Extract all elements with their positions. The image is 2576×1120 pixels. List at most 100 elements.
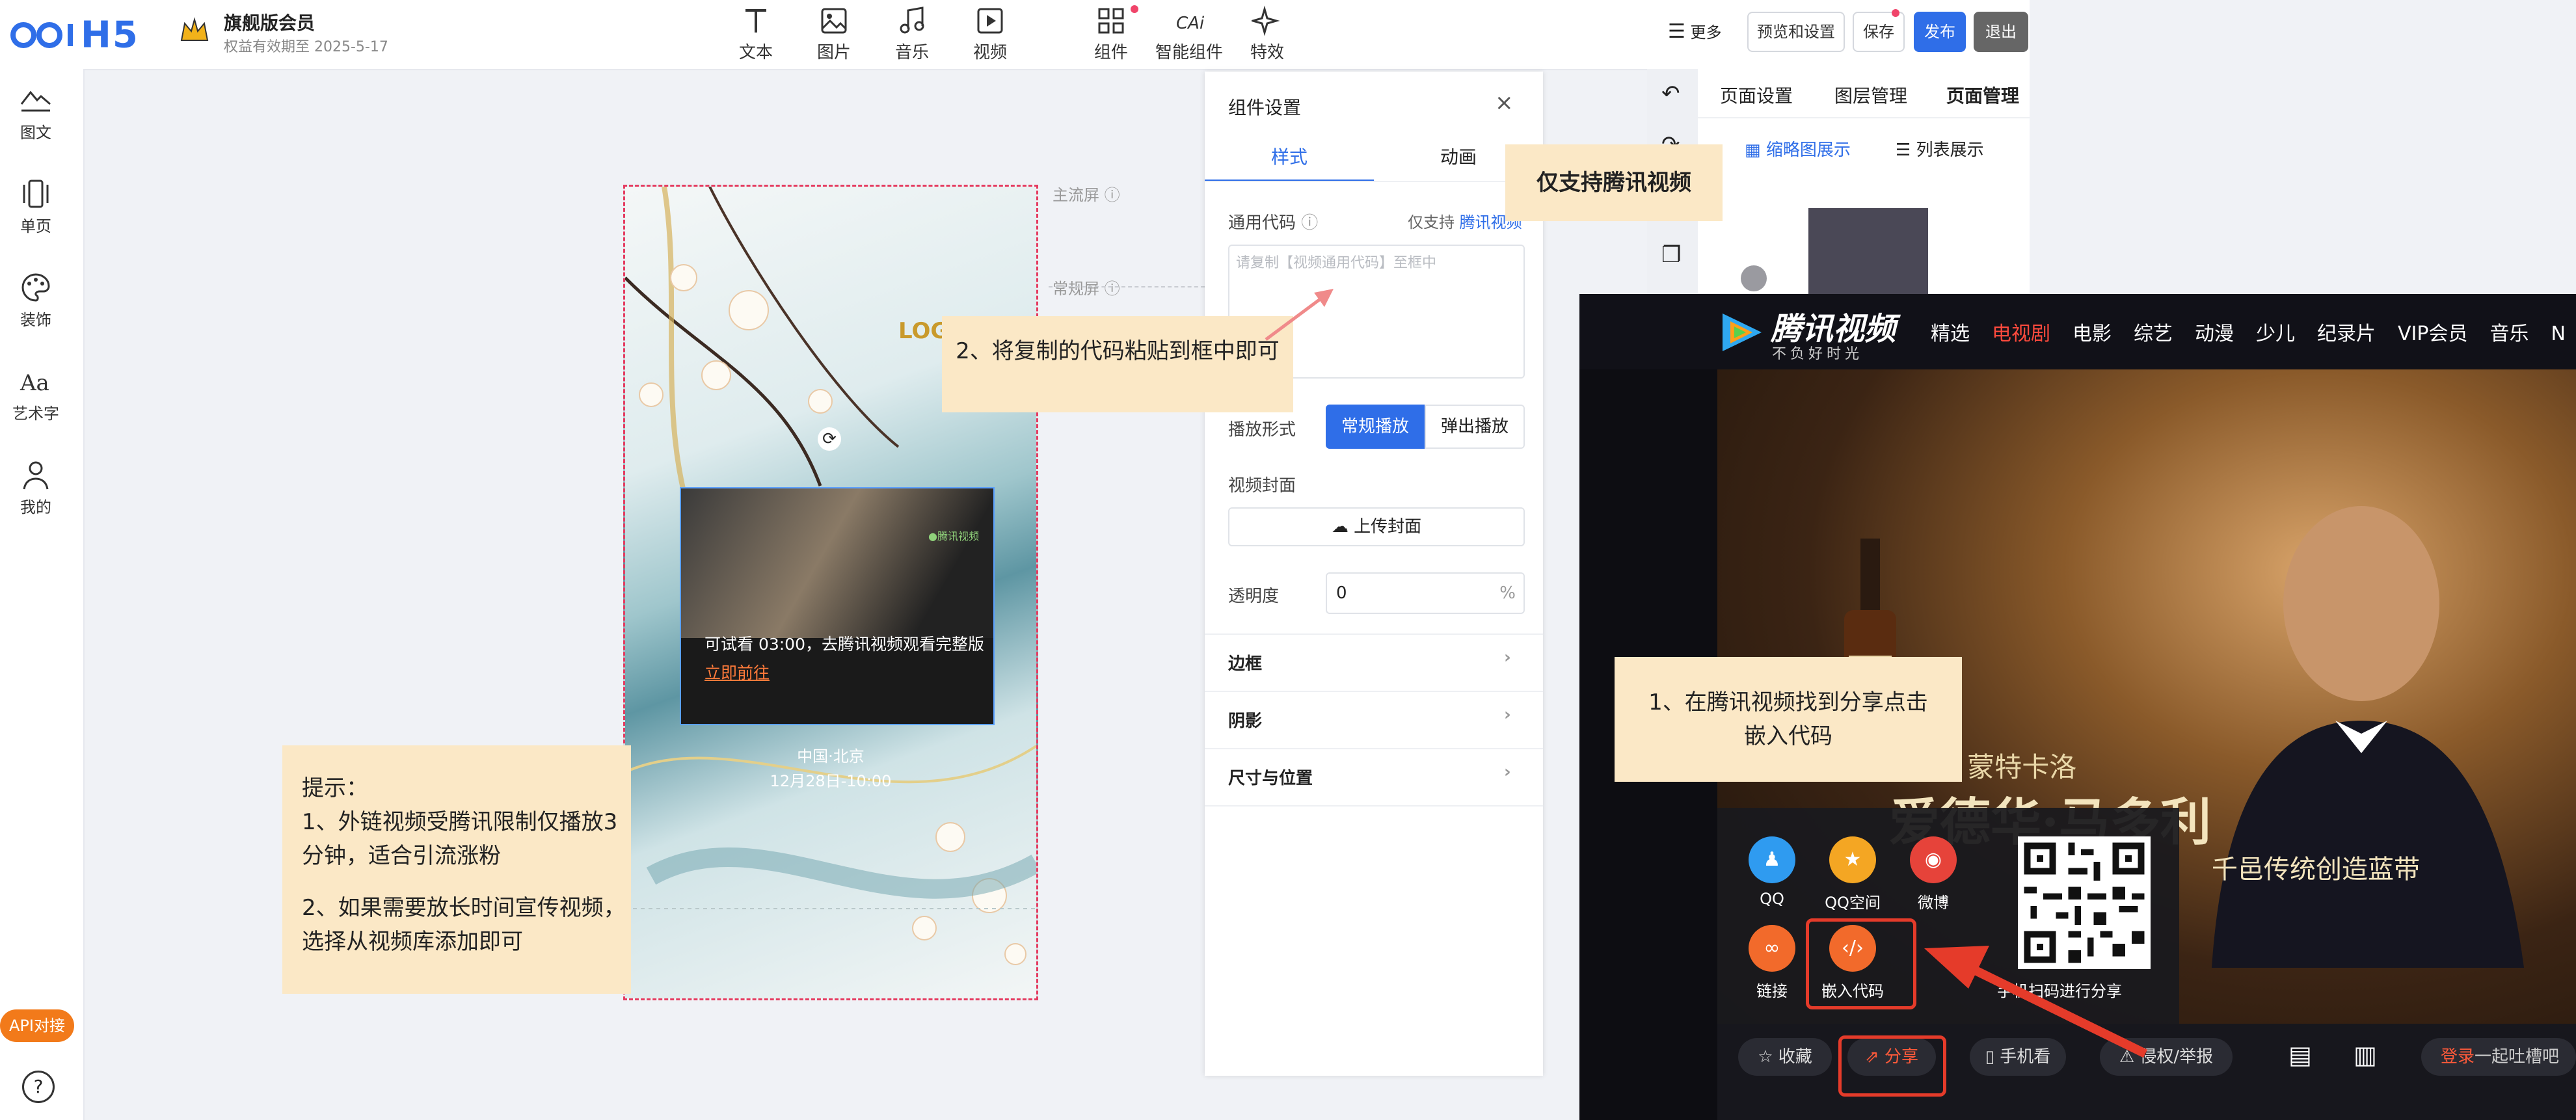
sidebar-item-art-text[interactable]: Aa 艺术字 [0, 366, 72, 423]
sidebar-item-single-page[interactable]: 单页 [0, 178, 72, 236]
tab-page-management[interactable]: 页面管理 [1946, 82, 2019, 108]
nav-item[interactable]: 动漫 [2195, 323, 2234, 345]
page-indicator [1741, 265, 1767, 291]
sidebar-item-decoration[interactable]: 装饰 [0, 272, 72, 330]
help-icon[interactable]: ? [22, 1071, 55, 1103]
cover-label: 视频封面 [1228, 476, 1296, 496]
tab-style[interactable]: 样式 [1205, 143, 1374, 169]
code-label: 通用代码 ⓘ [1228, 213, 1319, 233]
border-section[interactable]: 边框 › [1205, 633, 1543, 691]
nav-item[interactable]: 少儿 [2256, 323, 2295, 345]
share-label: 链接 [1756, 982, 1788, 1000]
share-label: QQ [1760, 890, 1784, 908]
favorite-button[interactable]: ☆ 收藏 [1738, 1038, 1832, 1076]
nav-item[interactable]: 电视剧 [1992, 323, 2050, 345]
location-text: 中国·北京 [797, 747, 865, 766]
weibo-icon[interactable]: ◉ [1910, 836, 1957, 883]
text-icon [745, 9, 766, 33]
tool-component[interactable]: 组件 [1072, 5, 1150, 63]
tool-ai-component[interactable]: CAi 智能组件 [1150, 5, 1228, 63]
shadow-section[interactable]: 阴影 › [1205, 691, 1543, 748]
tencent-video-logo-icon [1723, 313, 1762, 351]
link-icon[interactable]: ∞ [1749, 925, 1795, 972]
nav-item[interactable]: 纪录片 [2317, 323, 2376, 345]
left-sidebar: 图文 单页 装饰 Aa 艺术字 我的 API对接 ? [0, 69, 85, 1120]
chevron-right-icon: › [1504, 705, 1511, 725]
chevron-right-icon: › [1504, 762, 1511, 782]
copy-icon[interactable]: ❐ [1661, 242, 1681, 268]
percent-unit: % [1499, 583, 1516, 603]
page-thumbnail[interactable] [1808, 208, 1928, 299]
tab-divider [1698, 117, 2030, 118]
graphic-icon [20, 90, 51, 112]
rotate-handle-icon[interactable]: ⟳ [818, 427, 841, 451]
size-position-section[interactable]: 尺寸与位置 › [1205, 748, 1543, 807]
publish-button[interactable]: 发布 [1914, 12, 1966, 52]
qzone-icon[interactable]: ★ [1829, 836, 1876, 883]
tab-layer-management[interactable]: 图层管理 [1834, 82, 1907, 108]
api-button[interactable]: API对接 [0, 1009, 74, 1042]
list-view-button[interactable]: ☰ 列表展示 [1896, 137, 1984, 161]
tencent-slogan: 不负好时光 [1772, 346, 1864, 362]
cloud-upload-icon: ☁ [1331, 517, 1348, 537]
trial-notice: 可试看 03:00，去腾讯视频观看完整版 立即前往 [704, 635, 984, 682]
red-arrow-icon [1924, 946, 2148, 1058]
tool-music[interactable]: 音乐 [873, 5, 951, 63]
music-icon [900, 7, 924, 34]
sidebar-item-graphic[interactable]: 图文 [0, 85, 72, 142]
main-screen-guide: 主流屏 ⓘ [1053, 186, 1120, 204]
comment-login-prompt[interactable]: 登录一起吐槽吧 [2421, 1038, 2576, 1076]
opacity-label: 透明度 [1228, 587, 1280, 606]
help-icon[interactable]: ⓘ [1301, 213, 1318, 233]
close-icon[interactable]: × [1495, 90, 1514, 116]
grid-icon: ▦ [1745, 140, 1761, 160]
tool-text[interactable]: 文本 [717, 5, 795, 63]
sidebar-item-mine[interactable]: 我的 [0, 459, 72, 517]
preview-settings-button[interactable]: 预览和设置 [1747, 12, 1845, 52]
svg-text:Aa: Aa [20, 370, 49, 396]
danmaku-settings-icon[interactable]: ▥ [2354, 1041, 2377, 1069]
play-mode-label: 播放形式 [1228, 420, 1296, 440]
undo-icon[interactable]: ↶ [1661, 81, 1680, 107]
play-popup-button[interactable]: 弹出播放 [1425, 405, 1525, 449]
play-normal-button[interactable]: 常规播放 [1326, 405, 1425, 449]
actor-silhouette [2212, 506, 2524, 968]
exit-button[interactable]: 退出 [1974, 12, 2028, 52]
h5-canvas[interactable]: LOGO ⟳ ●腾讯视频 可试看 03:00，去腾讯视频观看完整版 立即前往 中… [623, 185, 1038, 1000]
step2-callout: 2、将复制的代码粘贴到框中即可 [942, 316, 1293, 412]
tencent-nav: 精选 电视剧 电影 综艺 动漫 少儿 纪录片 VIP会员 音乐 N [1931, 317, 2566, 346]
nav-item[interactable]: N [2551, 323, 2565, 345]
opacity-input[interactable]: 0% [1326, 572, 1525, 614]
video-component[interactable]: ●腾讯视频 可试看 03:00，去腾讯视频观看完整版 立即前往 [680, 487, 995, 725]
nav-item[interactable]: 电影 [2073, 323, 2112, 345]
only-tencent-callout: 仅支持腾讯视频 [1505, 144, 1723, 221]
nav-item[interactable]: VIP会员 [2398, 323, 2467, 345]
danmaku-icon[interactable]: ▤ [2288, 1041, 2312, 1069]
svg-text:CAi: CAi [1176, 14, 1205, 33]
tool-image[interactable]: 图片 [795, 5, 873, 63]
new-dot [1131, 5, 1138, 13]
nav-item[interactable]: 音乐 [2489, 323, 2529, 345]
component-settings-panel: 组件设置 × 样式 动画 通用代码 ⓘ 仅支持 腾讯视频 请复制【视频通用代码】… [1205, 72, 1543, 1076]
more-menu[interactable]: ☰ 更多 [1668, 20, 1722, 43]
qq-icon[interactable]: ♟ [1749, 836, 1795, 883]
upload-cover-button[interactable]: ☁ 上传封面 [1228, 507, 1525, 546]
list-icon: ☰ [1668, 20, 1685, 43]
image-icon [821, 8, 847, 34]
sparkle-icon [1252, 5, 1280, 36]
screen-guide-line [1049, 286, 1205, 287]
save-button[interactable]: 保存 [1853, 12, 1905, 52]
tab-page-settings[interactable]: 页面设置 [1720, 82, 1793, 108]
video-thumbnail [681, 488, 993, 638]
tool-video[interactable]: 视频 [951, 5, 1029, 63]
tool-effects[interactable]: 特效 [1228, 5, 1306, 63]
nav-item[interactable]: 精选 [1931, 323, 1970, 345]
thumbnail-view-button[interactable]: ▦ 缩略图展示 [1745, 137, 1851, 161]
tip-line-2: 2、如果需要放长时间宣传视频，选择从视频库添加即可 [302, 895, 626, 955]
date-text: 12月28日-10:00 [770, 772, 892, 790]
palette-icon [21, 273, 50, 302]
nav-item[interactable]: 综艺 [2134, 323, 2173, 345]
unsaved-dot [1892, 9, 1899, 17]
go-now-link[interactable]: 立即前往 [704, 663, 770, 682]
step1-callout: 1、在腾讯视频找到分享点击嵌入代码 [1615, 657, 1962, 782]
